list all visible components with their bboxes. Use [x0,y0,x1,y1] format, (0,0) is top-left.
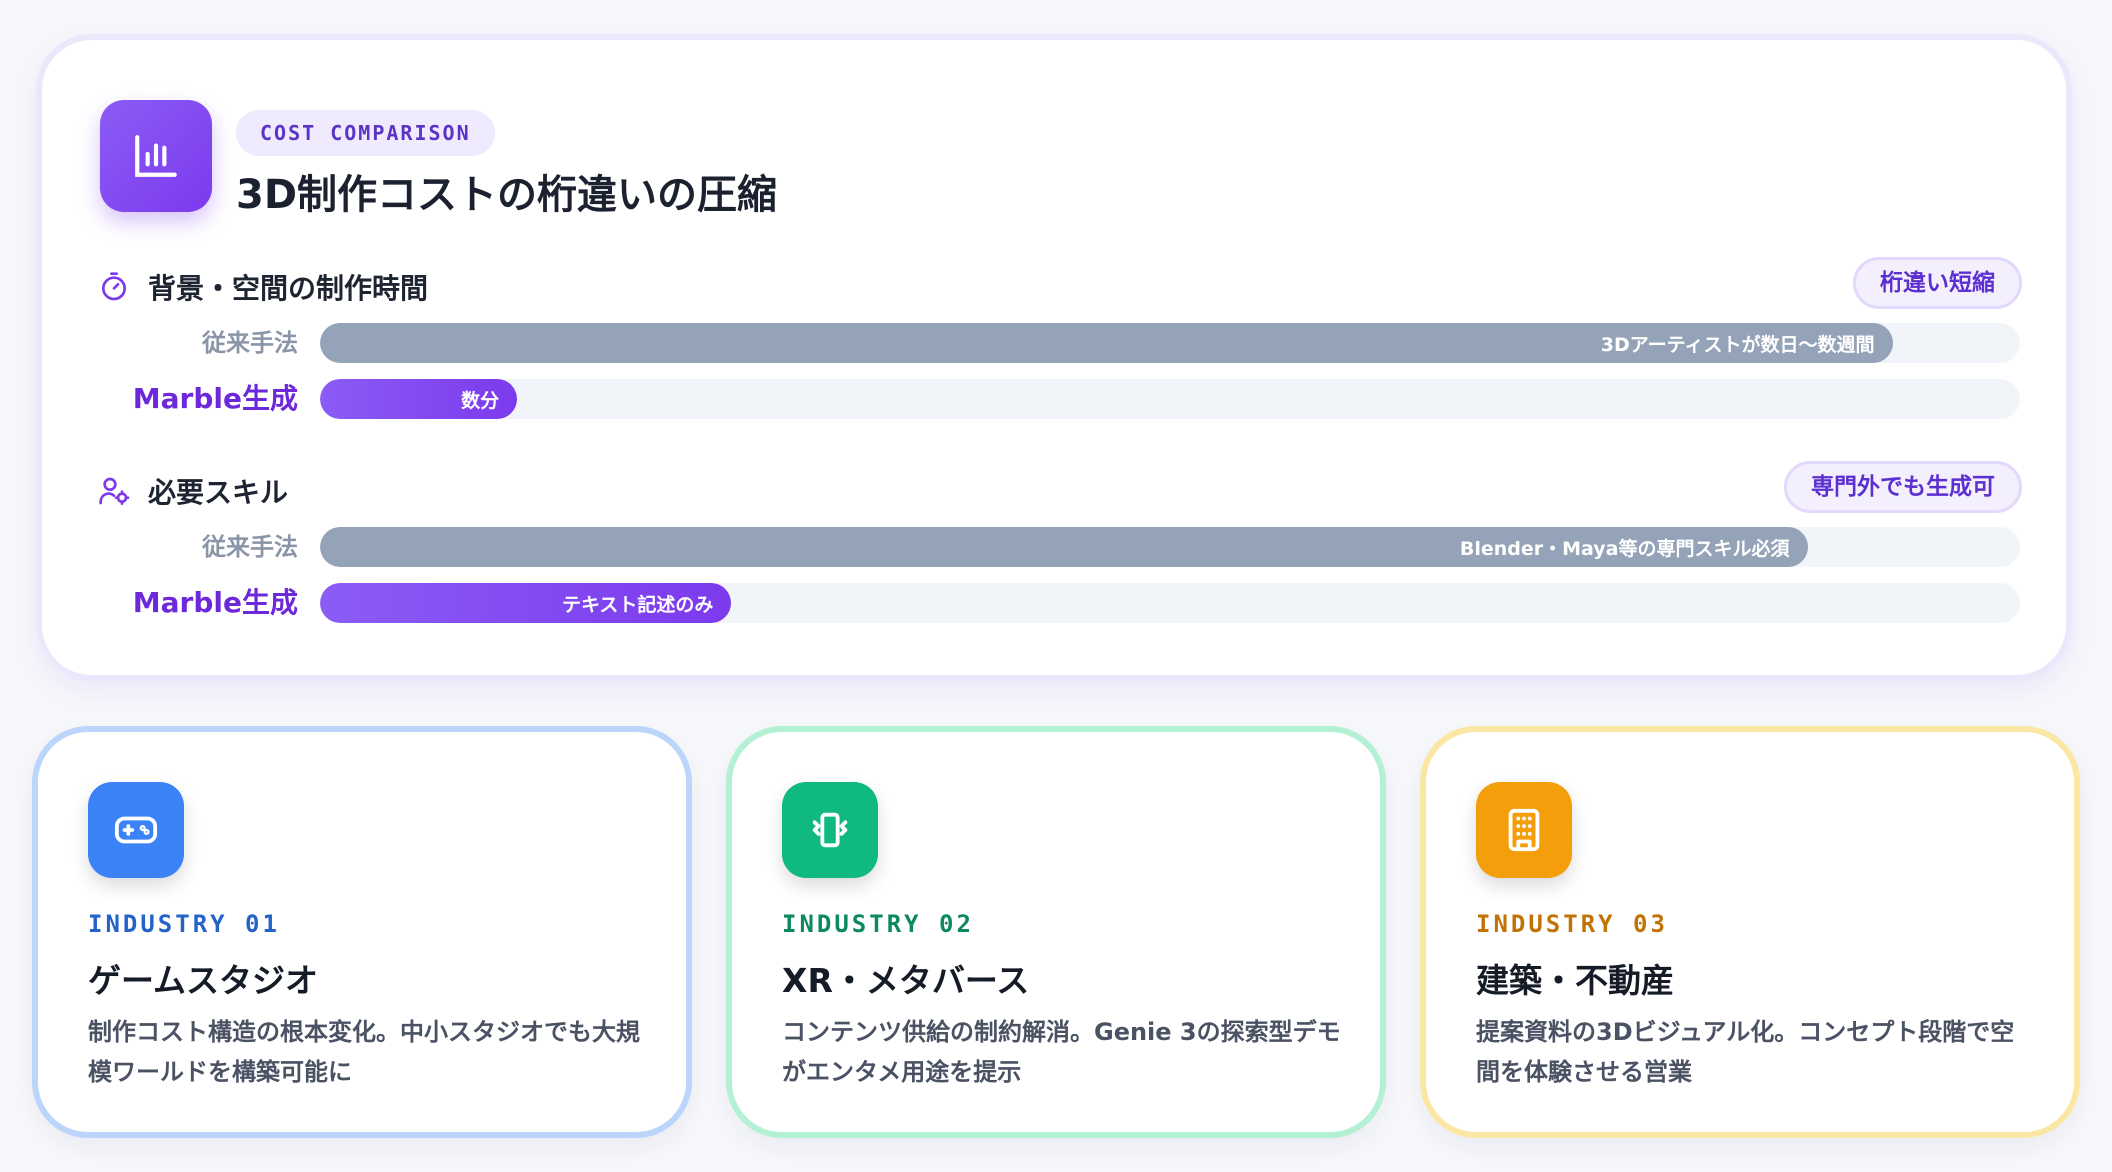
bar-label: Marble生成 [132,382,298,415]
bar-row-marble-skill: Marble生成 テキスト記述のみ [42,583,2078,623]
industry-card-game: INDUSTRY 01 ゲームスタジオ 制作コスト構造の根本変化。中小スタジオで… [32,726,692,1138]
bar-chart-icon [100,100,212,212]
industry-title: XR・メタバース [782,961,1030,1000]
vibrating-phone-icon [782,782,878,878]
eyebrow-badge: COST COMPARISON [236,110,495,156]
industry-desc: 提案資料の3Dビジュアル化。コンセプト段階で空間を体験させる営業 [1476,1018,2015,1086]
industry-tag: INDUSTRY 03 [1476,910,1668,938]
bar-row-marble-time: Marble生成 数分 [42,379,2078,419]
bar-track: 数分 [320,379,2020,419]
section-title: 必要スキル [148,476,289,509]
building-icon [1476,782,1572,878]
industry-card-xr: INDUSTRY 02 XR・メタバース コンテンツ供給の制約解消。Genie … [726,726,1386,1138]
bar-text: 3Dアーティストが数日〜数週間 [1600,333,1875,356]
section-badge: 桁違い短縮 [1853,257,2022,309]
bar-fill-marble: 数分 [320,379,518,419]
bar-fill-legacy: Blender・Maya等の専門スキル必須 [320,527,1808,567]
industry-desc: コンテンツ供給の制約解消。Genie 3の探索型デモがエンタメ用途を提示 [782,1018,1341,1086]
industry-card-architecture: INDUSTRY 03 建築・不動産 提案資料の3Dビジュアル化。コンセプト段階… [1420,726,2080,1138]
bar-text: テキスト記述のみ [561,593,714,616]
user-gear-icon [98,475,130,507]
bar-fill-marble: テキスト記述のみ [320,583,732,623]
bar-label: Marble生成 [132,586,298,619]
gamepad-icon [88,782,184,878]
section-badge: 専門外でも生成可 [1784,461,2022,513]
cost-comparison-card: COST COMPARISON 3D制作コストの桁違いの圧縮 背景・空間の制作時… [36,34,2072,681]
bar-track: テキスト記述のみ [320,583,2020,623]
industry-tag: INDUSTRY 02 [782,910,974,938]
bar-text: 数分 [461,389,500,412]
industry-title: ゲームスタジオ [88,961,319,1000]
section-required-skill: 必要スキル 専門外でも生成可 [98,461,2022,513]
bar-track: 3Dアーティストが数日〜数週間 [320,323,2020,363]
section-title: 背景・空間の制作時間 [148,272,429,305]
bar-fill-legacy: 3Dアーティストが数日〜数週間 [320,323,1893,363]
bar-row-legacy-skill: 従来手法 Blender・Maya等の専門スキル必須 [42,527,2078,567]
bar-label: 従来手法 [202,533,298,561]
bar-label: 従来手法 [202,329,298,357]
bar-track: Blender・Maya等の専門スキル必須 [320,527,2020,567]
section-production-time: 背景・空間の制作時間 桁違い短縮 [98,257,2022,309]
bar-text: Blender・Maya等の専門スキル必須 [1459,537,1790,560]
card-title: 3D制作コストの桁違いの圧縮 [236,172,778,218]
industry-desc: 制作コスト構造の根本変化。中小スタジオでも大規模ワールドを構築可能に [88,1018,640,1086]
industry-tag: INDUSTRY 01 [88,910,280,938]
industry-title: 建築・不動産 [1476,961,1674,1000]
stopwatch-icon [98,271,130,303]
bar-row-legacy-time: 従来手法 3Dアーティストが数日〜数週間 [42,323,2078,363]
